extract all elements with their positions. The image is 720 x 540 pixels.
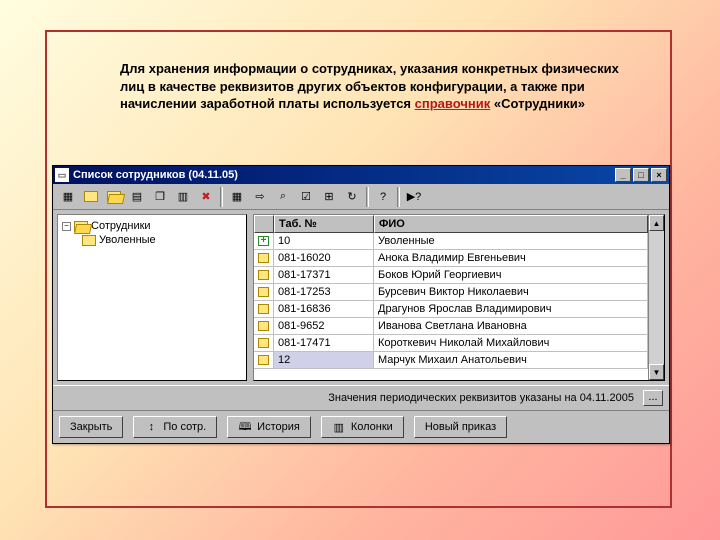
cell-num: 081-17371 [274, 267, 374, 283]
row-folder-icon [258, 321, 269, 331]
cell-name: Драгунов Ярослав Владимирович [374, 301, 648, 317]
folder-open-icon [74, 221, 88, 232]
row-plus-icon: + [258, 236, 269, 246]
table-row[interactable]: 081-17471Короткевич Николай Михайлович [254, 335, 648, 352]
cell-name: Уволенные [374, 233, 648, 249]
cell-num: 10 [274, 233, 374, 249]
row-folder-icon [258, 270, 269, 280]
cell-num: 081-16836 [274, 301, 374, 317]
window-icon: ▭ [55, 168, 69, 182]
scrollbar[interactable]: ▲ ▼ [648, 215, 664, 380]
tree-panel: − Сотрудники Уволенные [57, 214, 247, 381]
tree-child-label: Уволенные [99, 234, 156, 246]
toolbar-help-icon[interactable]: ? [372, 187, 394, 207]
cell-name: Бурсевич Виктор Николаевич [374, 284, 648, 300]
cell-name: Анока Владимир Евгеньевич [374, 250, 648, 266]
grid-header-num[interactable]: Таб. № [274, 215, 374, 233]
tree-child[interactable]: Уволенные [82, 233, 242, 247]
grid-header-name[interactable]: ФИО [374, 215, 648, 233]
sort-label: По сотр. [163, 421, 206, 433]
cell-num: 081-17471 [274, 335, 374, 351]
table-row[interactable]: +10Уволенные [254, 233, 648, 250]
status-ellipsis-button[interactable]: ... [643, 390, 663, 406]
columns-label: Колонки [351, 421, 393, 433]
toolbar: ▦ ▤ ❐ ▥ ✖ ▦ ⇨ ⌕ ☑ ⊞ ↻ ? ▶? [53, 184, 669, 210]
toolbar-refresh-icon[interactable]: ↻ [341, 187, 363, 207]
toolbar-whatsthis-icon[interactable]: ▶? [403, 187, 425, 207]
sort-button[interactable]: ↕ По сотр. [133, 416, 217, 438]
toolbar-stack-icon[interactable]: ▦ [226, 187, 248, 207]
row-folder-icon [258, 253, 269, 263]
history-icon: 🕮 [238, 421, 252, 434]
history-button[interactable]: 🕮 История [227, 416, 311, 438]
close-window-button[interactable]: × [651, 168, 667, 182]
row-folder-icon [258, 287, 269, 297]
toolbar-delete-icon[interactable]: ✖ [195, 187, 217, 207]
table-row[interactable]: 081-17253Бурсевич Виктор Николаевич [254, 284, 648, 301]
row-folder-icon [258, 304, 269, 314]
cell-name: Марчук Михаил Анатольевич [374, 352, 648, 368]
intro-text: Для хранения информации о сотрудниках, у… [120, 60, 630, 113]
app-window: ▭ Список сотрудников (04.11.05) _ □ × ▦ … [52, 165, 670, 444]
scroll-track[interactable] [649, 231, 664, 364]
toolbar-tree-icon[interactable]: ⊞ [318, 187, 340, 207]
scroll-down-icon[interactable]: ▼ [649, 364, 664, 380]
grid-header-icon[interactable] [254, 215, 274, 233]
toolbar-folder-icon[interactable] [80, 187, 102, 207]
neworder-button[interactable]: Новый приказ [414, 416, 507, 438]
cell-name: Короткевич Николай Михайлович [374, 335, 648, 351]
titlebar: ▭ Список сотрудников (04.11.05) _ □ × [53, 166, 669, 184]
window-title: Список сотрудников (04.11.05) [73, 169, 238, 181]
folder-icon [82, 235, 96, 246]
footer-toolbar: Закрыть ↕ По сотр. 🕮 История ▥ Колонки Новы… [53, 410, 669, 443]
sort-icon: ↕ [144, 421, 158, 434]
maximize-button[interactable]: □ [633, 168, 649, 182]
status-text: Значения периодических реквизитов указан… [328, 392, 634, 404]
toolbar-copy-icon[interactable]: ❐ [149, 187, 171, 207]
cell-num: 12 [274, 352, 374, 368]
tree-root[interactable]: − Сотрудники [62, 219, 242, 233]
row-folder-icon [258, 355, 269, 365]
cell-num: 081-16020 [274, 250, 374, 266]
grid-header: Таб. № ФИО [254, 215, 648, 233]
close-button[interactable]: Закрыть [59, 416, 123, 438]
toolbar-move-icon[interactable]: ⇨ [249, 187, 271, 207]
toolbar-select-icon[interactable]: ☑ [295, 187, 317, 207]
table-row[interactable]: 081-16836Драгунов Ярослав Владимирович [254, 301, 648, 318]
cell-name: Иванова Светлана Ивановна [374, 318, 648, 334]
close-label: Закрыть [70, 421, 112, 433]
collapse-icon[interactable]: − [62, 222, 71, 231]
table-row[interactable]: 081-16020Анока Владимир Евгеньевич [254, 250, 648, 267]
toolbar-find-icon[interactable]: ⌕ [272, 187, 294, 207]
columns-button[interactable]: ▥ Колонки [321, 416, 404, 438]
scroll-up-icon[interactable]: ▲ [649, 215, 664, 231]
toolbar-new-icon[interactable]: ▦ [57, 187, 79, 207]
cell-name: Боков Юрий Георгиевич [374, 267, 648, 283]
tree-root-label: Сотрудники [91, 220, 151, 232]
intro-part3: «Сотрудники» [490, 96, 585, 111]
data-grid: Таб. № ФИО +10Уволенные081-16020Анока Вл… [253, 214, 665, 381]
toolbar-view-icon[interactable]: ▥ [172, 187, 194, 207]
columns-icon: ▥ [332, 421, 346, 434]
intro-highlight: справочник [415, 96, 491, 111]
minimize-button[interactable]: _ [615, 168, 631, 182]
table-row[interactable]: 12Марчук Михаил Анатольевич [254, 352, 648, 369]
cell-num: 081-9652 [274, 318, 374, 334]
cell-num: 081-17253 [274, 284, 374, 300]
table-row[interactable]: 081-17371Боков Юрий Георгиевич [254, 267, 648, 284]
status-bar: Значения периодических реквизитов указан… [53, 385, 669, 410]
history-label: История [257, 421, 300, 433]
table-row[interactable]: 081-9652Иванова Светлана Ивановна [254, 318, 648, 335]
neworder-label: Новый приказ [425, 421, 496, 433]
row-folder-icon [258, 338, 269, 348]
toolbar-open-icon[interactable] [103, 187, 125, 207]
toolbar-edit-icon[interactable]: ▤ [126, 187, 148, 207]
